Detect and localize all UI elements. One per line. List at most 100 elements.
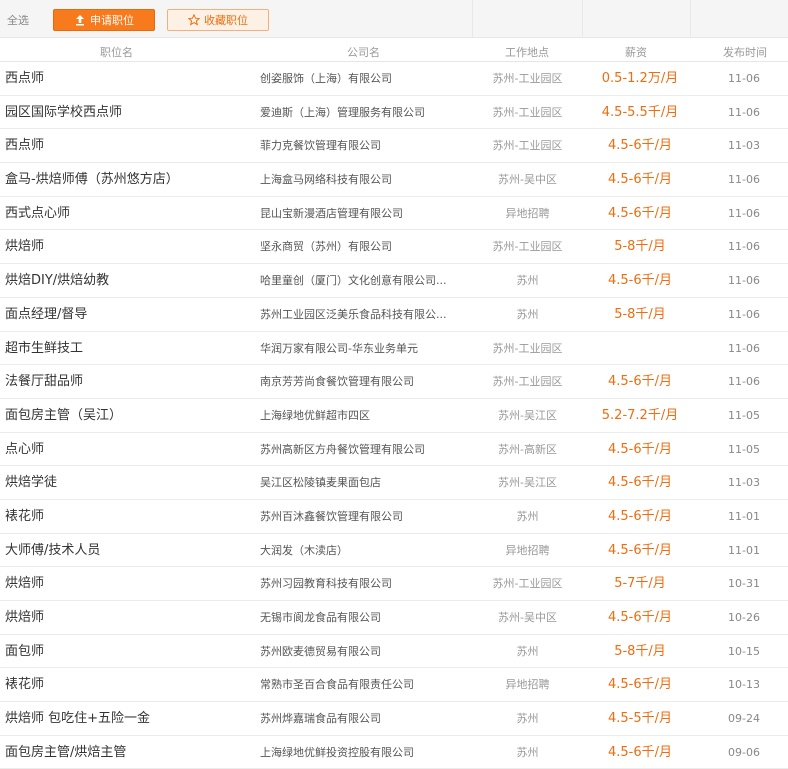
table-row[interactable]: 西式点心师 昆山宝新漫酒店管理有限公司 异地招聘 4.5-6千/月 11-06	[0, 197, 788, 231]
table-row[interactable]: 法餐厅甜品师 南京芳芳尚食餐饮管理有限公司 苏州-工业园区 4.5-6千/月 11-06	[0, 365, 788, 399]
table-row[interactable]: 面点经理/督导 苏州工业园区泛美乐食品科技有限公... 苏州 5-8千/月 11-06	[0, 298, 788, 332]
job-salary: 4.5-6千/月	[607, 273, 673, 289]
company-link[interactable]: 创姿服饰（上海）有限公司	[260, 62, 392, 95]
header-job-name: 职位名	[100, 46, 133, 59]
job-salary: 4.5-5.5千/月	[601, 104, 679, 120]
company-link[interactable]: 爱迪斯（上海）管理服务有限公司	[260, 96, 425, 129]
company-link[interactable]: 苏州百沐鑫餐饮管理有限公司	[260, 500, 403, 533]
table-header: 职位名 公司名 工作地点 薪资 发布时间	[0, 38, 788, 62]
table-row[interactable]: 烘焙DIY/烘焙幼教 哈里童创（厦门）文化创意有限公司... 苏州 4.5-6千/月 1…	[0, 264, 788, 298]
job-location: 苏州	[516, 712, 539, 726]
company-link[interactable]: 苏州高新区方舟餐饮管理有限公司	[260, 433, 425, 466]
table-row[interactable]: 大师傅/技术人员 大润发（木渎店） 异地招聘 4.5-6千/月 11-01	[0, 534, 788, 568]
table-row[interactable]: 西点师 菲力克餐饮管理有限公司 苏州-工业园区 4.5-6千/月 11-03	[0, 129, 788, 164]
job-title-link[interactable]: 西点师	[5, 129, 44, 162]
job-title-link[interactable]: 烘焙师 包吃住+五险一金	[5, 702, 150, 735]
job-salary: 5.2-7.2千/月	[601, 407, 679, 423]
table-row[interactable]: 烘焙师 坚永商贸（苏州）有限公司 苏州-工业园区 5-8千/月 11-06	[0, 230, 788, 265]
job-location: 苏州-工业园区	[492, 240, 563, 254]
company-link[interactable]: 吴江区松陵镇麦果面包店	[260, 466, 381, 499]
company-link[interactable]: 常熟市圣百合食品有限责任公司	[260, 668, 414, 701]
table-row[interactable]: 面包房主管（吴江） 上海绿地优鲜超市四区 苏州-吴江区 5.2-7.2千/月 11-05	[0, 399, 788, 433]
toolbar-divider	[690, 0, 691, 38]
job-title-link[interactable]: 烘焙师	[5, 230, 44, 263]
company-link[interactable]: 华润万家有限公司-华东业务单元	[260, 332, 418, 365]
company-link[interactable]: 苏州欧麦德贸易有限公司	[260, 635, 381, 668]
job-location: 苏州-工业园区	[492, 577, 563, 591]
job-title-link[interactable]: 面点经理/督导	[5, 298, 87, 331]
table-row[interactable]: 园区国际学校西点师 爱迪斯（上海）管理服务有限公司 苏州-工业园区 4.5-5.5千/…	[0, 96, 788, 130]
job-title-link[interactable]: 面包房主管（吴江）	[5, 399, 122, 432]
job-title-link[interactable]: 西式点心师	[5, 197, 70, 230]
job-title-link[interactable]: 烘焙学徒	[5, 466, 57, 499]
job-title-link[interactable]: 大师傅/技术人员	[5, 534, 100, 567]
job-salary: 4.5-6千/月	[607, 475, 673, 491]
job-salary: 5-8千/月	[614, 643, 666, 659]
company-link[interactable]: 苏州烨嘉瑞食品有限公司	[260, 702, 381, 735]
job-title-link[interactable]: 裱花师	[5, 500, 44, 533]
company-link[interactable]: 昆山宝新漫酒店管理有限公司	[260, 197, 403, 230]
publish-date: 11-05	[728, 408, 760, 422]
job-salary: 4.5-6千/月	[607, 205, 673, 221]
job-salary: 4.5-6千/月	[607, 172, 673, 188]
publish-date: 11-03	[728, 139, 760, 153]
job-title-link[interactable]: 烘焙师	[5, 567, 44, 600]
table-row[interactable]: 面包房主管/烘焙主管 上海绿地优鲜投资控股有限公司 苏州 4.5-6千/月 09-06	[0, 736, 788, 769]
job-location: 苏州-吴中区	[498, 173, 557, 187]
job-title-link[interactable]: 点心师	[5, 433, 44, 466]
job-title-link[interactable]: 超市生鲜技工	[5, 332, 83, 365]
table-row[interactable]: 烘焙师 包吃住+五险一金 苏州烨嘉瑞食品有限公司 苏州 4.5-5千/月 09-24	[0, 702, 788, 736]
table-row[interactable]: 烘焙师 苏州习园教育科技有限公司 苏州-工业园区 5-7千/月 10-31	[0, 567, 788, 601]
publish-date: 11-06	[728, 105, 760, 119]
job-location: 苏州-吴江区	[498, 408, 557, 422]
table-row[interactable]: 烘焙学徒 吴江区松陵镇麦果面包店 苏州-吴江区 4.5-6千/月 11-03	[0, 466, 788, 500]
job-location: 苏州-吴中区	[498, 611, 557, 624]
job-location: 苏州-工业园区	[492, 72, 563, 85]
upload-icon	[76, 15, 84, 26]
company-link[interactable]: 大润发（木渎店）	[260, 534, 348, 567]
apply-button[interactable]: 申请职位	[53, 9, 155, 31]
table-row[interactable]: 烘焙师 无锡市阆龙食品有限公司 苏州-吴中区 4.5-6千/月 10-26	[0, 601, 788, 635]
company-link[interactable]: 苏州习园教育科技有限公司	[260, 567, 392, 600]
job-salary: 5-7千/月	[614, 576, 666, 592]
job-salary: 5-8千/月	[614, 239, 666, 255]
table-row[interactable]: 超市生鲜技工 华润万家有限公司-华东业务单元 苏州-工业园区 11-06	[0, 332, 788, 366]
job-location: 苏州-工业园区	[492, 105, 563, 119]
table-row[interactable]: 裱花师 常熟市圣百合食品有限责任公司 异地招聘 4.5-6千/月 10-13	[0, 668, 788, 703]
company-link[interactable]: 无锡市阆龙食品有限公司	[260, 601, 381, 634]
job-title-link[interactable]: 面包师	[5, 635, 44, 668]
job-title-link[interactable]: 西点师	[5, 62, 44, 95]
publish-date: 10-15	[728, 644, 760, 658]
toolbar-divider	[472, 0, 473, 38]
favorite-button[interactable]: 收藏职位	[167, 9, 269, 31]
publish-date: 11-01	[728, 509, 760, 523]
table-row[interactable]: 点心师 苏州高新区方舟餐饮管理有限公司 苏州-高新区 4.5-6千/月 11-05	[0, 433, 788, 467]
publish-date: 11-06	[728, 72, 760, 85]
publish-date: 11-06	[728, 341, 760, 355]
company-link[interactable]: 南京芳芳尚食餐饮管理有限公司	[260, 365, 414, 398]
select-all-checkbox[interactable]: 全选	[7, 12, 29, 28]
table-row[interactable]: 盒马-烘焙师傅（苏州悠方店） 上海盒马网络科技有限公司 苏州-吴中区 4.5-6千/月…	[0, 163, 788, 197]
toolbar: 全选 申请职位 收藏职位	[0, 0, 788, 38]
job-title-link[interactable]: 烘焙师	[5, 601, 44, 634]
job-salary: 4.5-6千/月	[607, 374, 673, 390]
company-link[interactable]: 坚永商贸（苏州）有限公司	[260, 230, 392, 263]
job-location: 苏州-工业园区	[492, 139, 563, 153]
apply-button-label: 申请职位	[90, 14, 134, 27]
job-title-link[interactable]: 烘焙DIY/烘焙幼教	[5, 264, 109, 297]
publish-date: 11-06	[728, 375, 760, 389]
company-link[interactable]: 哈里童创（厦门）文化创意有限公司...	[260, 264, 447, 297]
company-link[interactable]: 上海盒马网络科技有限公司	[260, 163, 392, 196]
job-title-link[interactable]: 盒马-烘焙师傅（苏州悠方店）	[5, 163, 179, 196]
job-title-link[interactable]: 法餐厅甜品师	[5, 365, 83, 398]
table-row[interactable]: 裱花师 苏州百沐鑫餐饮管理有限公司 苏州 4.5-6千/月 11-01	[0, 500, 788, 534]
company-link[interactable]: 菲力克餐饮管理有限公司	[260, 129, 381, 162]
job-title-link[interactable]: 园区国际学校西点师	[5, 96, 122, 129]
company-link[interactable]: 苏州工业园区泛美乐食品科技有限公...	[260, 298, 447, 331]
table-row[interactable]: 西点师 创姿服饰（上海）有限公司 苏州-工业园区 0.5-1.2万/月 11-06	[0, 62, 788, 96]
company-link[interactable]: 上海绿地优鲜超市四区	[260, 399, 370, 432]
job-title-link[interactable]: 裱花师	[5, 668, 44, 701]
job-location: 苏州-高新区	[498, 442, 557, 456]
header-location: 工作地点	[505, 46, 549, 59]
table-row[interactable]: 面包师 苏州欧麦德贸易有限公司 苏州 5-8千/月 10-15	[0, 635, 788, 669]
